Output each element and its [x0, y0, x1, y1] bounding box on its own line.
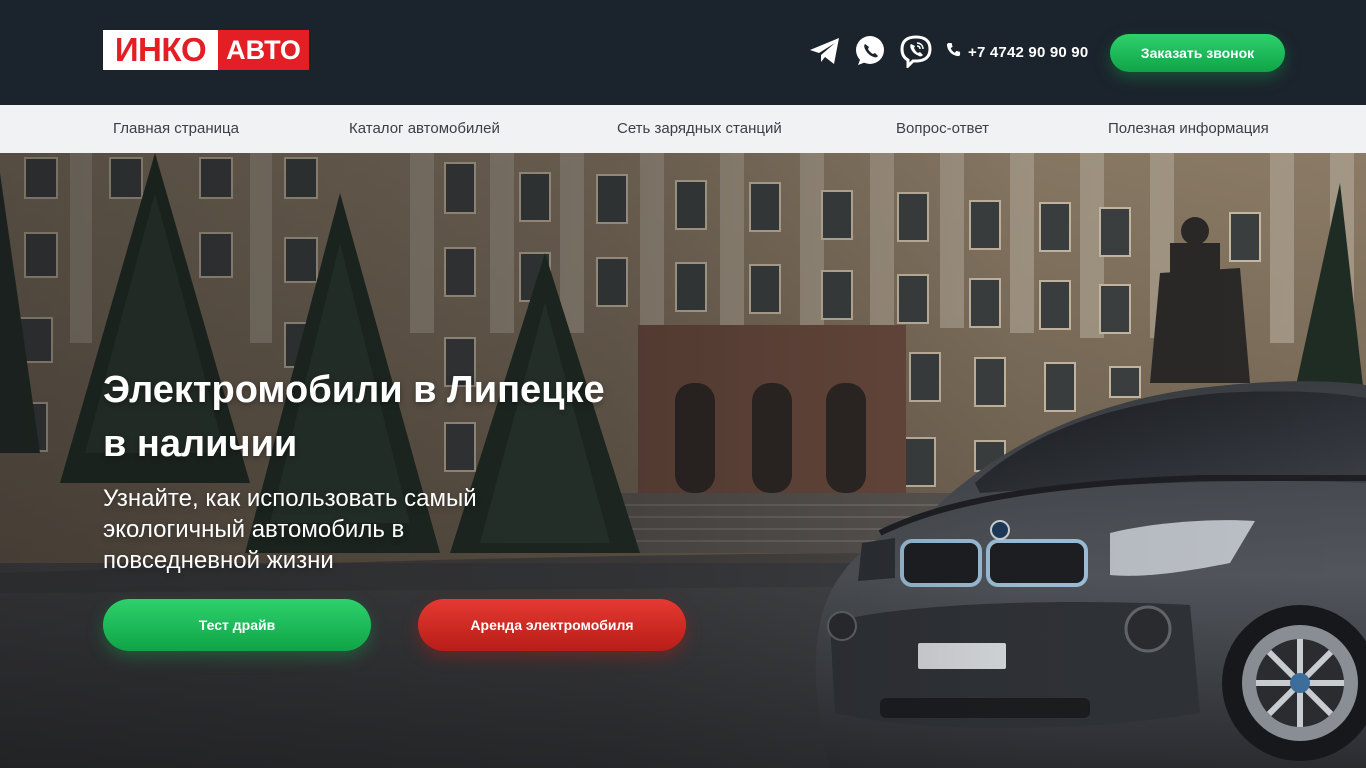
- nav-item-useful-info[interactable]: Полезная информация: [1108, 105, 1269, 153]
- hero-title: Электромобили в Липецке в наличии: [103, 363, 743, 471]
- nav-item-faq[interactable]: Вопрос-ответ: [896, 105, 989, 153]
- telegram-icon[interactable]: [808, 34, 842, 68]
- order-call-button[interactable]: Заказать звонок: [1110, 34, 1285, 72]
- nav-item-charging-stations[interactable]: Сеть зарядных станций: [617, 105, 782, 153]
- hero-subtitle: Узнайте, как использовать самый экологич…: [103, 485, 477, 574]
- logo-part-inko: ИНКО: [103, 30, 218, 70]
- logo[interactable]: ИНКО АВТО: [103, 30, 309, 70]
- phone-number: +7 4742 90 90 90: [968, 43, 1089, 61]
- viber-icon[interactable]: [899, 34, 933, 68]
- logo-part-avto: АВТО: [218, 30, 309, 70]
- phone-icon: [946, 42, 961, 62]
- nav-item-home[interactable]: Главная страница: [113, 105, 239, 153]
- nav-item-catalog[interactable]: Каталог автомобилей: [349, 105, 500, 153]
- hero-title-line-1: Электромобили в Липецке: [103, 369, 605, 411]
- phone-contact[interactable]: +7 4742 90 90 90: [946, 40, 1088, 64]
- main-nav: Главная страница Каталог автомобилей Сет…: [0, 105, 1366, 153]
- hero-title-line-2: в наличии: [103, 423, 298, 465]
- site-header: ИНКО АВТО +7 4742 90 90 90 Заказать звон…: [0, 0, 1366, 105]
- hero-section: Электромобили в Липецке в наличии Узнайт…: [0, 153, 1366, 768]
- whatsapp-icon[interactable]: [853, 34, 887, 68]
- test-drive-button[interactable]: Тест драйв: [103, 599, 371, 651]
- ev-rental-button[interactable]: Аренда электромобиля: [418, 599, 686, 651]
